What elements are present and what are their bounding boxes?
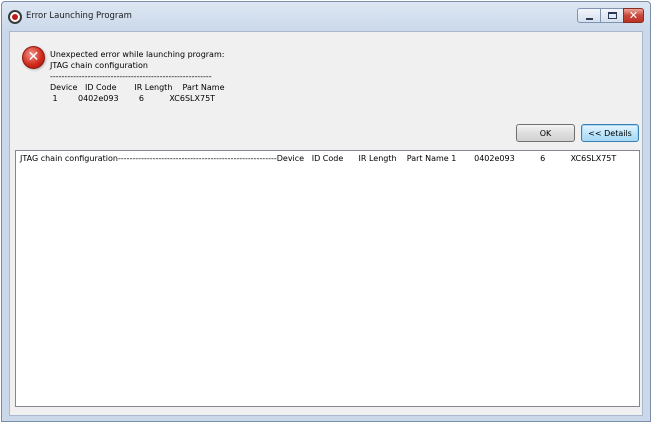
- app-logo-icon: [8, 10, 22, 24]
- error-dialog-window: Error Launching Program ✕ ✕ Unexpected e…: [1, 1, 651, 422]
- close-button[interactable]: ✕: [623, 8, 644, 23]
- title-bar[interactable]: Error Launching Program ✕: [2, 2, 650, 32]
- minimize-icon: [586, 18, 593, 20]
- caption-buttons: ✕: [577, 8, 644, 23]
- close-icon: ✕: [628, 9, 639, 22]
- error-x-icon: ✕: [22, 46, 45, 69]
- ok-button[interactable]: OK: [516, 124, 575, 142]
- maximize-button[interactable]: [600, 8, 624, 23]
- details-text: JTAG chain configuration----------------…: [20, 154, 617, 163]
- error-x-glyph: ✕: [27, 49, 40, 65]
- dialog-client-area: ✕ Unexpected error while launching progr…: [9, 31, 643, 416]
- details-textarea[interactable]: JTAG chain configuration----------------…: [15, 150, 640, 407]
- window-title: Error Launching Program: [26, 11, 132, 21]
- error-message: Unexpected error while launching program…: [50, 50, 225, 103]
- minimize-button[interactable]: [577, 8, 601, 23]
- details-toggle-button[interactable]: << Details: [581, 124, 639, 142]
- maximize-icon: [608, 12, 617, 19]
